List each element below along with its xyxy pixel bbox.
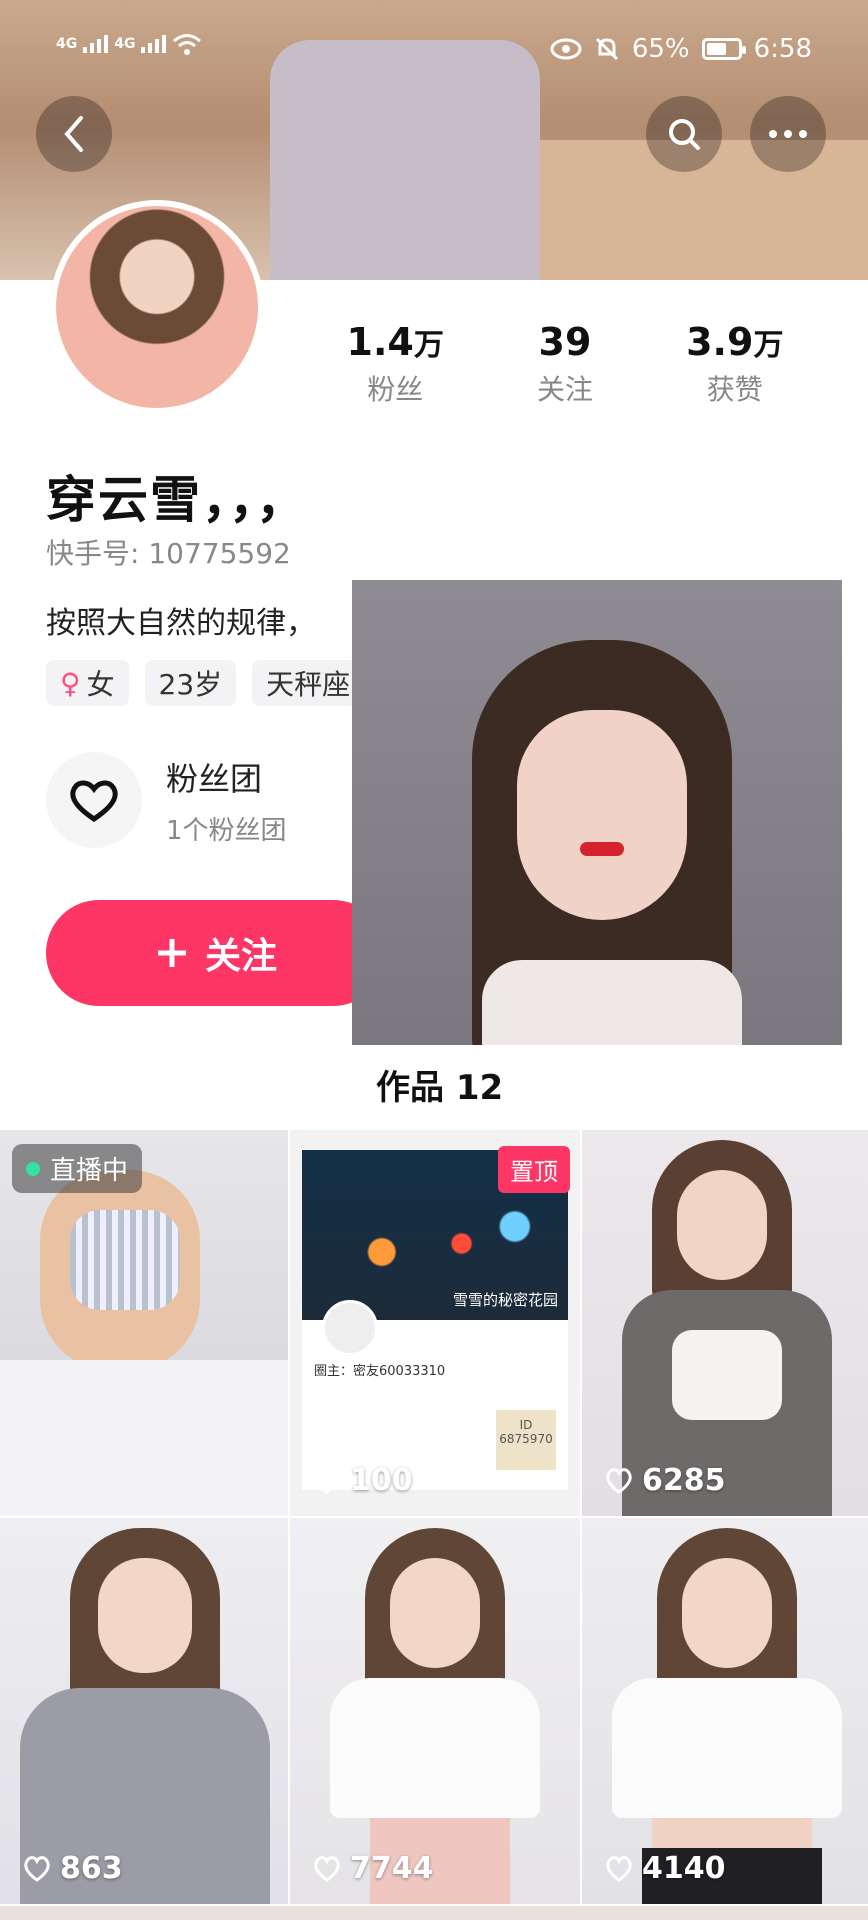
stat-followers[interactable]: 1.4万 粉丝	[347, 320, 444, 408]
work-item[interactable]: 863	[0, 1518, 288, 1904]
fan-group-count: 1个粉丝团	[166, 815, 287, 846]
like-count: 863	[22, 1851, 123, 1886]
work-item[interactable]: 雪雪的秘密花园 圈主：密友60033310 ID 6875970 置顶 100	[290, 1130, 580, 1516]
fan-group-entry[interactable]: 粉丝团 1个粉丝团	[46, 752, 287, 848]
more-button[interactable]	[750, 96, 826, 172]
face-mask	[70, 1210, 180, 1310]
stat-following[interactable]: 39 关注	[537, 320, 593, 408]
live-dot-icon	[26, 1161, 40, 1176]
female-icon: ♀	[60, 666, 81, 700]
works-tab-title[interactable]: 作品 12	[376, 1060, 503, 1109]
search-button[interactable]	[646, 96, 722, 172]
likes-count: 3.9	[686, 320, 754, 364]
system-indicators: 65% 6:58	[550, 34, 812, 64]
like-count-value: 7744	[350, 1851, 434, 1886]
next-row-preview	[0, 1906, 868, 1920]
fan-group-badge	[46, 752, 142, 848]
works-grid: 直播中 雪雪的秘密花园 圈主：密友60033310 ID 6875970 置顶 …	[0, 1130, 868, 1904]
wifi-icon	[173, 34, 202, 55]
network-type-2: 4G	[114, 36, 136, 52]
like-count-value: 100	[350, 1463, 413, 1498]
profile-bio: 按照大自然的规律，	[46, 606, 316, 641]
signal-indicators: 4G 4G	[56, 32, 202, 56]
avatar[interactable]	[50, 200, 264, 414]
mute-bell-icon	[595, 37, 618, 61]
search-icon	[669, 119, 700, 150]
followers-count: 1.4	[346, 320, 414, 364]
post-caption: 雪雪的秘密花园	[452, 1291, 558, 1309]
battery-percent: 65%	[631, 34, 690, 64]
eye-icon	[550, 38, 582, 60]
chevron-left-icon	[64, 116, 83, 152]
heart-icon	[606, 1467, 632, 1494]
profile-stats: 1.4万 粉丝 39 关注 3.9万 获赞	[300, 320, 830, 408]
pinned-badge: 置顶	[498, 1146, 570, 1193]
plus-icon	[157, 939, 186, 967]
clock: 6:58	[753, 34, 812, 64]
likes-label: 获赞	[706, 373, 763, 406]
back-button[interactable]	[36, 96, 112, 172]
stat-likes[interactable]: 3.9万 获赞	[686, 320, 783, 408]
profile-name: 穿云雪，，，	[46, 471, 308, 529]
profile-tags: ♀ 女 23岁 天秤座	[46, 660, 365, 706]
following-label: 关注	[536, 373, 593, 406]
heart-icon	[24, 1855, 50, 1882]
like-count-value: 6285	[642, 1463, 726, 1498]
like-count: 7744	[312, 1851, 434, 1886]
heart-icon	[314, 1855, 340, 1882]
status-bar: 4G 4G 65% 6:58	[0, 0, 868, 100]
tag-gender-label: 女	[86, 668, 115, 701]
tag-gender: ♀ 女	[46, 660, 129, 706]
like-count-value: 4140	[642, 1851, 726, 1886]
live-badge-label: 直播中	[50, 1156, 129, 1186]
more-dots-icon	[769, 130, 807, 138]
battery-icon	[701, 38, 746, 60]
like-count: 6285	[604, 1463, 726, 1498]
like-count: 4140	[604, 1851, 726, 1886]
followers-label: 粉丝	[367, 373, 424, 406]
heart-shield-icon	[70, 780, 118, 823]
like-count-value: 863	[60, 1851, 123, 1886]
signal-bars-icon	[83, 35, 109, 53]
following-count: 39	[538, 320, 592, 364]
network-type-1: 4G	[56, 36, 78, 52]
work-item[interactable]: 6285	[582, 1130, 868, 1516]
user-id[interactable]: 快手号: 10775592	[46, 532, 291, 572]
floating-video-preview[interactable]	[352, 580, 842, 1045]
likes-unit: 万	[753, 328, 784, 363]
tag-age-label: 23岁	[158, 668, 223, 701]
post-owner: 圈主：密友60033310	[314, 1364, 446, 1379]
work-item[interactable]: 7744	[290, 1518, 580, 1904]
follow-label: 关注	[204, 936, 277, 977]
signal-bars-icon	[141, 35, 167, 53]
tag-zodiac: 天秤座	[252, 660, 365, 706]
work-item[interactable]: 直播中	[0, 1130, 288, 1516]
fan-group-title: 粉丝团	[166, 759, 263, 798]
tag-age: 23岁	[144, 660, 237, 706]
work-item[interactable]: 4140	[582, 1518, 868, 1904]
tag-zodiac-label: 天秤座	[266, 668, 351, 701]
heart-icon	[314, 1467, 340, 1494]
like-count: 100	[312, 1463, 413, 1498]
heart-icon	[606, 1855, 632, 1882]
post-id-box: ID 6875970	[496, 1410, 556, 1470]
live-badge: 直播中	[12, 1144, 143, 1193]
followers-unit: 万	[413, 328, 444, 363]
pinned-post-card: 雪雪的秘密花园 圈主：密友60033310 ID 6875970	[302, 1150, 568, 1490]
follow-button[interactable]: 关注	[46, 900, 386, 1006]
